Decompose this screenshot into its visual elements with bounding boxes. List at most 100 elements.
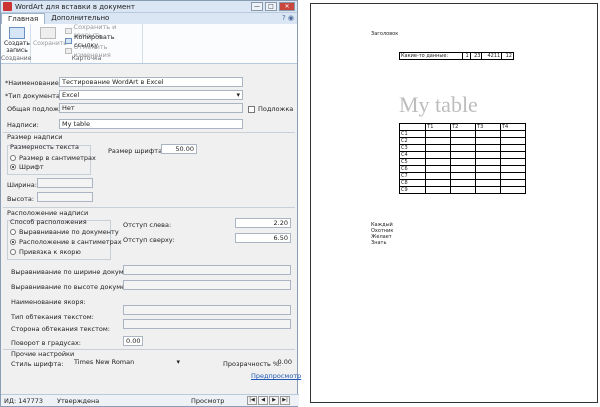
table-cell (450, 130, 477, 138)
preview-header: Заголовок (371, 31, 399, 37)
width-label: Ширина: (7, 181, 37, 189)
create-group-caption: Создание (1, 55, 32, 62)
transparency-input[interactable]: 0.00 (271, 357, 295, 367)
table-row: C1 (398, 130, 526, 138)
table-cell: C8 (398, 179, 427, 187)
radio-button[interactable] (10, 155, 16, 161)
table-cell (475, 158, 501, 166)
table-cell (425, 130, 452, 138)
table-cell (500, 151, 526, 159)
table-cell (450, 165, 477, 173)
radio-button-selected[interactable] (10, 164, 16, 170)
table-row: C5 (398, 158, 526, 166)
radio-button[interactable] (10, 249, 16, 255)
anchor-name-label: Наименование якоря: (11, 298, 86, 306)
preview-data-table: Какие-то данные: 1 23 4211 12 (399, 52, 514, 60)
table-cell: 12 (501, 52, 514, 60)
tab-home[interactable]: Главная (1, 13, 46, 24)
radio-align-doc-label: Выравнивание по документу (19, 228, 119, 236)
create-record-button[interactable]: Создать запись (3, 27, 31, 54)
table-cell: C2 (398, 137, 427, 145)
table-header-cell: T1 (425, 123, 452, 131)
name-label: *Наименование: (5, 79, 61, 87)
table-cell (475, 130, 501, 138)
table-cell: C5 (398, 158, 427, 166)
wrap-type-input[interactable] (123, 305, 291, 315)
table-cell: Какие-то данные: (399, 52, 463, 60)
background-checkbox[interactable]: Подложка (248, 105, 293, 113)
table-row: C2 (398, 137, 526, 145)
radio-font[interactable]: Шрифт (10, 163, 44, 171)
doctype-label: *Тип документа: (5, 92, 63, 100)
caption-input[interactable]: My table (59, 119, 243, 129)
doctype-select[interactable]: Excel (59, 90, 243, 100)
top-offset-input[interactable]: 6.50 (235, 233, 291, 243)
table-cell (500, 179, 526, 187)
font-size-label: Размер шрифта: (108, 147, 165, 155)
left-offset-input[interactable]: 2.20 (235, 218, 291, 228)
background-checkbox-label: Подложка (258, 105, 294, 113)
radio-loc-cm[interactable]: Расположение в сантиметрах (10, 238, 122, 246)
table-cell: C7 (398, 172, 427, 180)
font-size-input[interactable]: 50.00 (161, 144, 197, 154)
title-bar: WordArt для вставки в документ — □ ✕ (1, 1, 297, 13)
table-cell (450, 144, 477, 152)
table-cell (425, 137, 452, 145)
table-row: C6 (398, 165, 526, 173)
checkbox-box[interactable] (248, 105, 255, 113)
table-cell: C6 (398, 165, 427, 173)
align-height-input[interactable] (123, 280, 291, 290)
other-section-title: Прочие настройки (11, 350, 75, 358)
table-cell: 1 (461, 52, 471, 60)
location-group-title: Способ расположения (10, 218, 87, 226)
wrap-side-input[interactable] (123, 319, 291, 329)
width-input[interactable] (37, 178, 93, 188)
help-icon[interactable]: ? ◉ (282, 14, 294, 22)
rotation-input[interactable]: 0.00 (123, 336, 143, 346)
preview-footer: Каждый Охотник Желает Знать (371, 222, 393, 246)
preview-link[interactable]: Предпросмотр (251, 372, 301, 380)
table-header-cell: T2 (450, 123, 477, 131)
table-row: Какие-то данные: 1 23 4211 12 (399, 52, 514, 60)
font-style-select[interactable]: Times New Roman (71, 357, 183, 367)
editor-window: WordArt для вставки в документ — □ ✕ Гла… (0, 0, 301, 407)
close-button[interactable]: ✕ (279, 2, 295, 11)
minimize-button[interactable]: — (251, 2, 263, 11)
table-cell: C1 (398, 130, 427, 138)
background-field[interactable]: Нет (59, 103, 243, 113)
table-cell (425, 186, 452, 194)
save-icon (40, 27, 56, 39)
radio-button-selected[interactable] (10, 239, 16, 245)
first-record-button[interactable]: |◀ (247, 396, 257, 405)
table-row: C8 (398, 179, 526, 187)
table-cell (500, 130, 526, 138)
name-input[interactable]: Тестирование WordArt в Excel (59, 77, 243, 87)
radio-loc-cm-label: Расположение в сантиметрах (19, 238, 122, 246)
next-record-button[interactable]: ▶ (269, 396, 279, 405)
table-cell (475, 137, 501, 145)
radio-anchor[interactable]: Привязка к якорю (10, 248, 81, 256)
divider (3, 207, 295, 208)
wrap-side-label: Сторона обтекания текстом: (11, 325, 110, 333)
record-state: Утверждена (57, 397, 100, 405)
app-icon (3, 2, 12, 11)
radio-anchor-label: Привязка к якорю (19, 248, 81, 256)
radio-align-doc[interactable]: Выравнивание по документу (10, 228, 119, 236)
radio-button[interactable] (10, 229, 16, 235)
table-cell (450, 151, 477, 159)
left-offset-label: Отступ слева: (123, 221, 172, 229)
maximize-button[interactable]: □ (265, 2, 277, 11)
table-cell: 23 (469, 52, 483, 60)
last-record-button[interactable]: ▶| (280, 396, 290, 405)
preview-page: Заголовок Какие-то данные: 1 23 4211 12 My t… (310, 3, 598, 403)
ribbon: Создать запись Создание Сохранить Сохран… (1, 23, 297, 64)
ribbon-tabs: Главная Дополнительно ? ◉ (1, 13, 297, 24)
card-group-caption: Карточка (71, 55, 102, 62)
radio-size-cm[interactable]: Размер в сантиметрах (10, 154, 96, 162)
top-offset-label: Отступ сверху: (123, 236, 175, 244)
align-width-input[interactable] (123, 265, 291, 275)
dimension-group-title: Размерность текста (10, 143, 79, 151)
height-input[interactable] (37, 192, 93, 202)
create-group: Создать запись Создание (1, 24, 31, 63)
prev-record-button[interactable]: ◀ (258, 396, 268, 405)
